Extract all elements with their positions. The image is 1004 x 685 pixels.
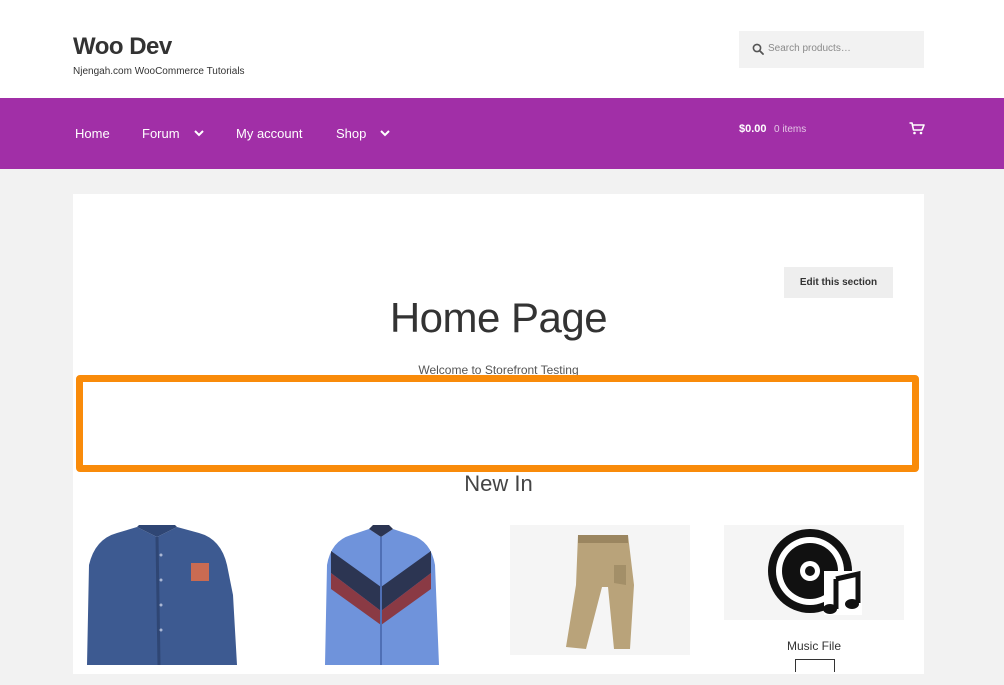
product-image-shirt[interactable] <box>291 525 471 665</box>
nav-item-home[interactable]: Home <box>75 126 110 141</box>
search-input[interactable]: Search products… <box>739 31 924 68</box>
nav-item-label: Forum <box>142 126 180 141</box>
product-image-music[interactable] <box>724 525 904 623</box>
product-image-shirt[interactable] <box>77 525 257 665</box>
nav-item-forum[interactable]: Forum <box>142 126 204 141</box>
highlight-box <box>76 375 919 472</box>
product-image-trousers[interactable] <box>510 525 690 665</box>
chevron-down-icon[interactable] <box>380 130 391 137</box>
site-tagline: Njengah.com WooCommerce Tutorials <box>73 66 245 77</box>
nav-item-label: My account <box>236 126 303 141</box>
site-header: Woo Dev Njengah.com WooCommerce Tutorial… <box>0 0 1004 98</box>
nav-item-shop[interactable]: Shop <box>336 126 391 141</box>
product-card[interactable] <box>291 525 471 685</box>
product-card[interactable] <box>510 525 690 685</box>
section-title: New In <box>464 471 533 496</box>
chevron-down-icon[interactable] <box>193 130 204 137</box>
cart-icon[interactable] <box>909 122 925 135</box>
search-placeholder: Search products… <box>768 43 851 54</box>
add-to-cart-button[interactable] <box>795 659 835 672</box>
nav-item-label: Home <box>75 126 110 141</box>
primary-navigation: Home Forum My account Shop $0.00 0 items <box>0 98 1004 169</box>
site-title[interactable]: Woo Dev <box>73 33 172 61</box>
search-icon <box>752 43 764 55</box>
cart-amount[interactable]: $0.00 <box>739 123 767 135</box>
nav-item-label: Shop <box>336 126 367 141</box>
product-card[interactable]: Music File <box>724 525 904 685</box>
product-card[interactable] <box>77 525 257 685</box>
cart-count[interactable]: 0 items <box>774 124 806 135</box>
nav-item-my-account[interactable]: My account <box>236 126 302 141</box>
page-title: Home Page <box>389 294 608 341</box>
product-name[interactable]: Music File <box>724 639 904 653</box>
